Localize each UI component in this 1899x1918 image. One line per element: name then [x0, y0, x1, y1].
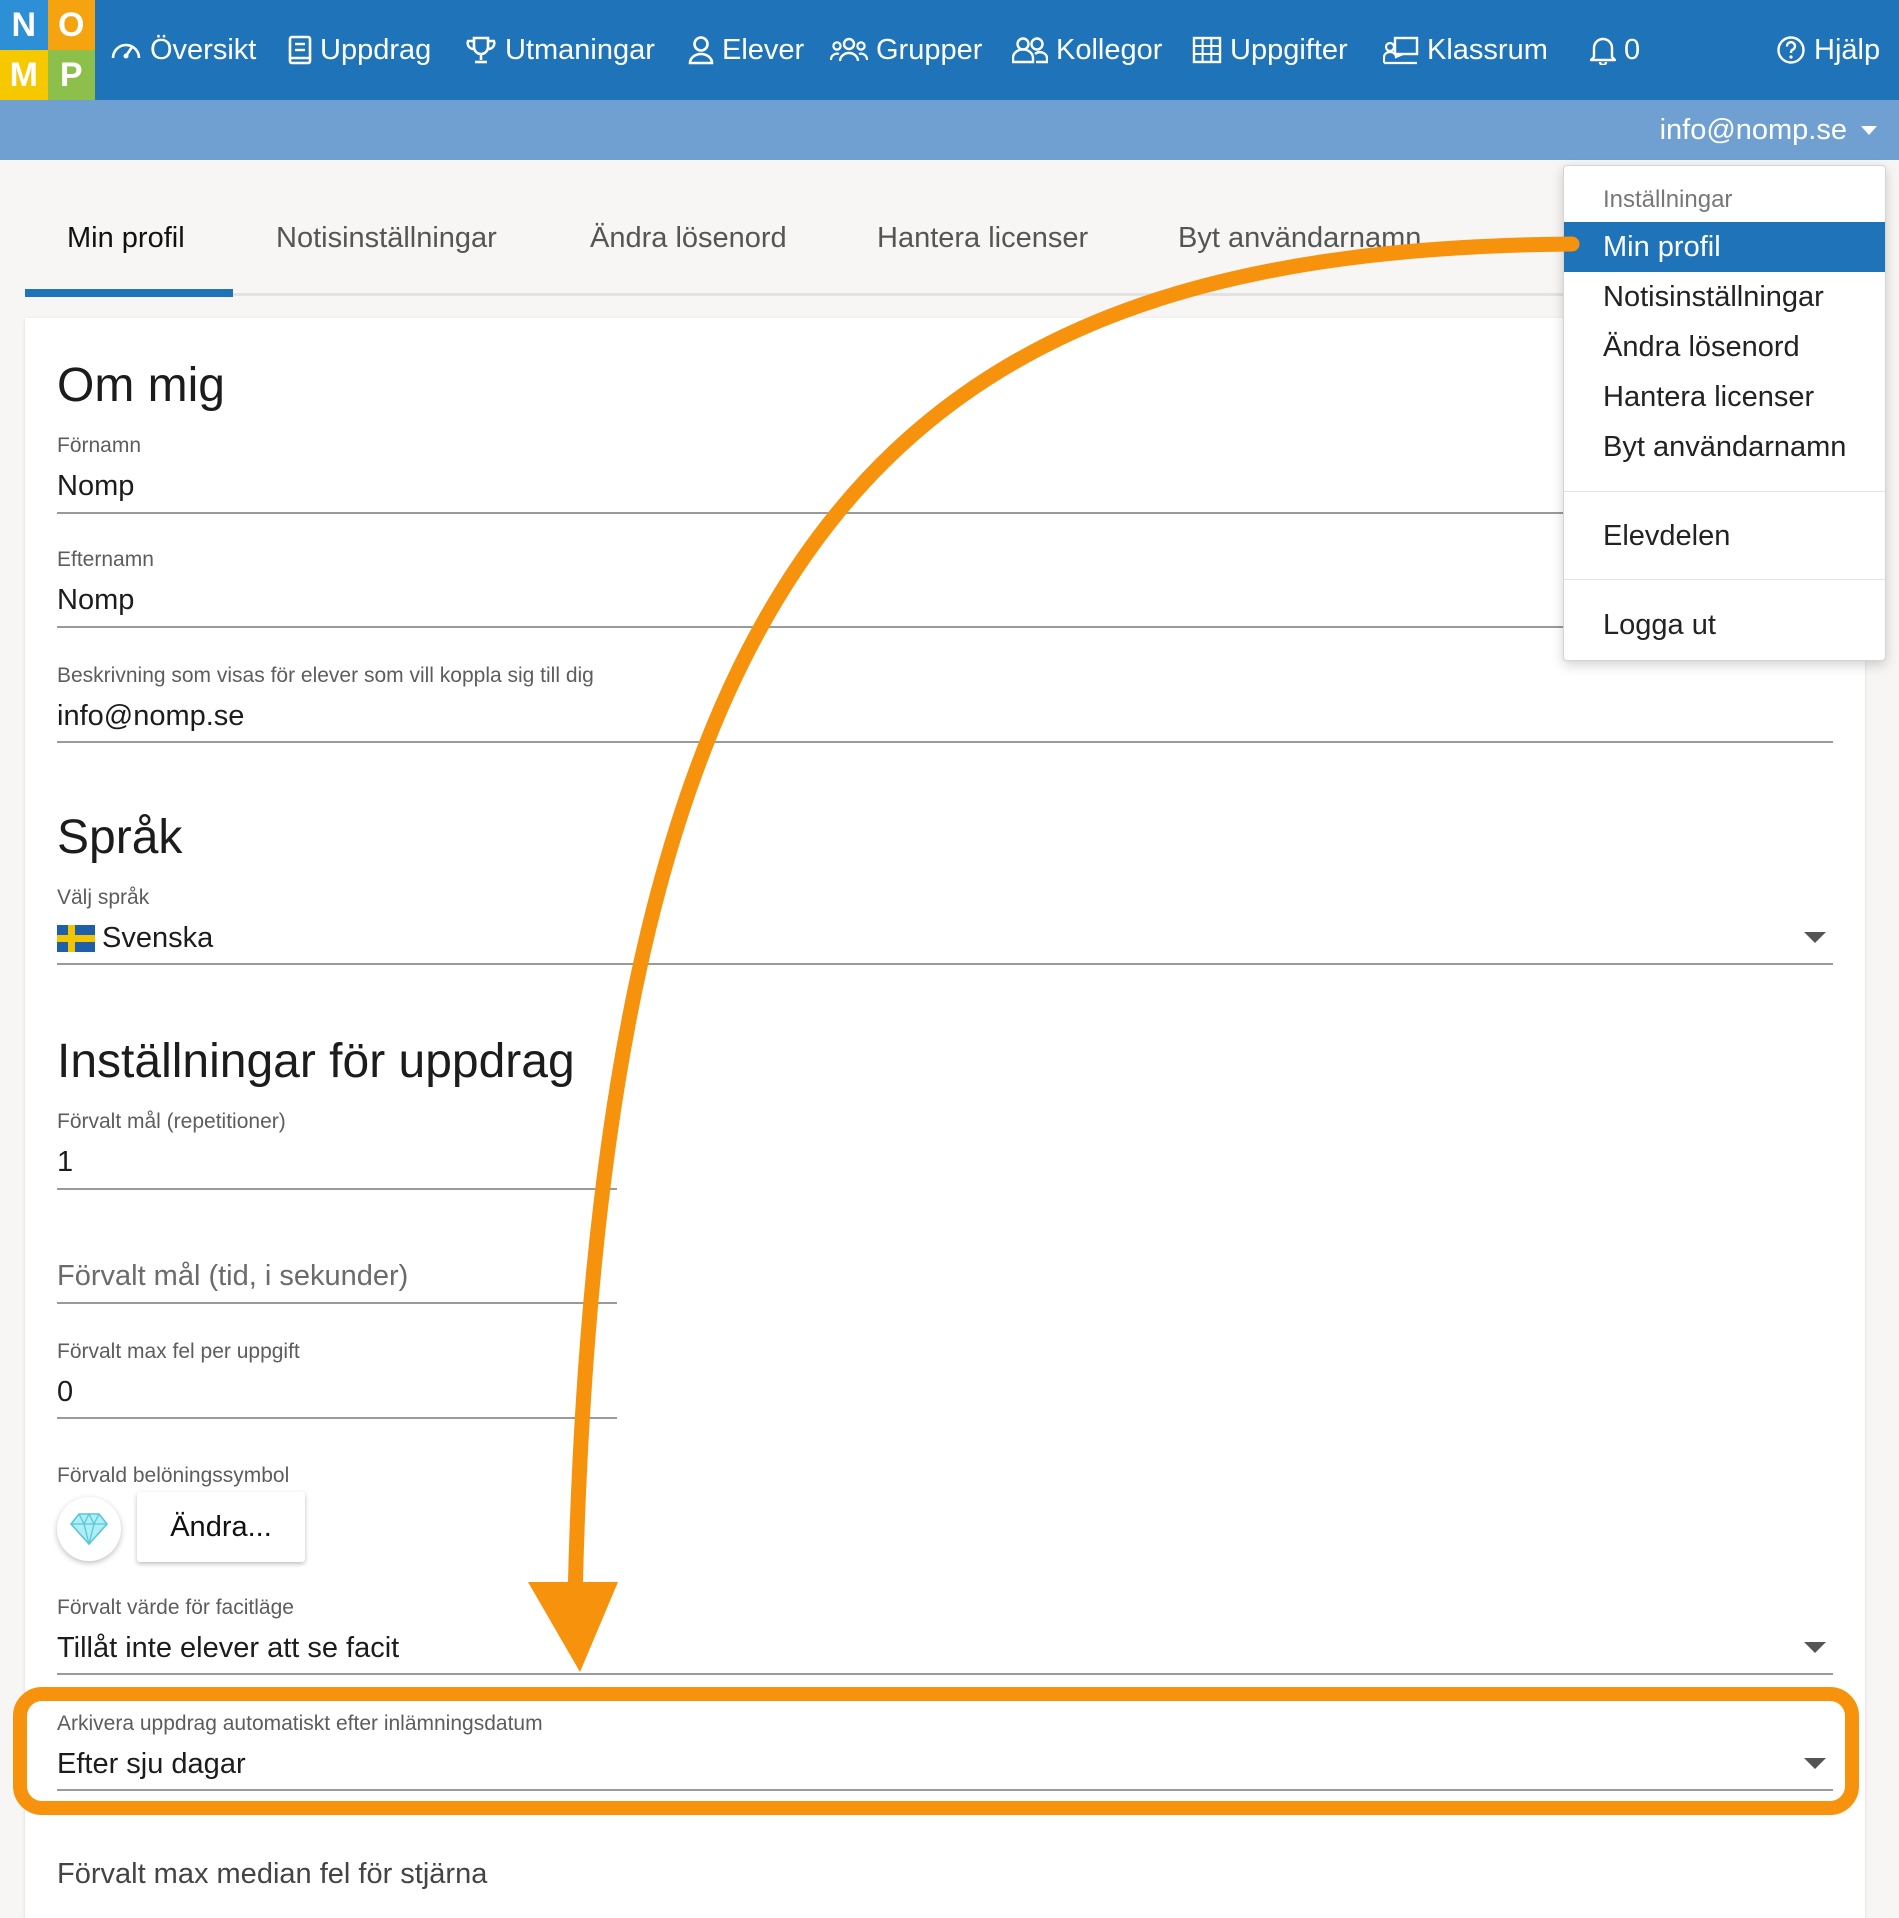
logo-letter: O [47, 0, 95, 50]
help-label: Hjälp [1814, 33, 1881, 66]
dashboard-icon [111, 43, 141, 59]
chevron-down-icon [1861, 125, 1877, 135]
reward-symbol-label: Förvald belöningssymbol [57, 1464, 290, 1487]
classroom-icon [1383, 36, 1419, 65]
tab-notisinstallningar[interactable]: Notisinställningar [276, 222, 497, 255]
language-select[interactable]: Svenska [102, 922, 213, 955]
chevron-down-icon[interactable] [1804, 1642, 1826, 1653]
nav-item-oversikt[interactable]: Översikt [110, 0, 256, 100]
first-name-label: Förnamn [57, 434, 142, 457]
change-reward-symbol-button[interactable]: Ändra... [137, 1492, 305, 1562]
nav-item-label: Klassrum [1427, 33, 1548, 66]
dropdown-divider [1564, 579, 1885, 580]
nav-item-klassrum[interactable]: Klassrum [1383, 0, 1548, 100]
default-max-errors-underline [57, 1417, 617, 1419]
default-goal-reps-label: Förvalt mål (repetitioner) [57, 1110, 286, 1133]
tab-min-profil[interactable]: Min profil [67, 222, 185, 255]
nav-item-label: Uppgifter [1230, 33, 1348, 66]
auto-archive-label: Arkivera uppdrag automatiskt efter inläm… [57, 1712, 543, 1735]
trophy-icon [466, 36, 496, 64]
help-link[interactable]: Hjälp [1776, 0, 1880, 100]
active-tab-indicator [25, 289, 233, 297]
logo-letter: P [47, 50, 95, 100]
notifications-count: 0 [1624, 33, 1641, 66]
dropdown-item-logga-ut[interactable]: Logga ut [1564, 600, 1885, 650]
section-heading-assignment-settings: Inställningar för uppdrag [57, 1035, 575, 1088]
nav-item-grupper[interactable]: Grupper [830, 0, 982, 100]
chevron-down-icon[interactable] [1804, 1758, 1826, 1769]
default-goal-time-underline [57, 1302, 617, 1304]
answer-mode-underline [57, 1673, 1833, 1675]
logo-letter: N [0, 0, 48, 50]
swedish-flag-icon [57, 925, 95, 952]
users-group-icon [830, 37, 868, 62]
book-icon [288, 35, 312, 65]
default-goal-time-field[interactable]: Förvalt mål (tid, i sekunder) [57, 1260, 408, 1293]
nav-item-kollegor[interactable]: Kollegor [1012, 0, 1162, 100]
section-heading-about: Om mig [57, 359, 225, 412]
nav-item-label: Grupper [876, 33, 983, 66]
logo-letter: M [0, 50, 48, 100]
nav-item-label: Kollegor [1056, 33, 1163, 66]
dropdown-item-elevdelen[interactable]: Elevdelen [1564, 511, 1885, 561]
user-dropdown-menu: Inställningar Min profil Notisinställnin… [1563, 165, 1886, 661]
last-name-label: Efternamn [57, 548, 154, 571]
answer-mode-label: Förvalt värde för facitläge [57, 1596, 294, 1619]
top-navigation: N O M P Översikt Uppdrag Utmaningar Elev… [0, 0, 1899, 100]
nav-item-uppdrag[interactable]: Uppdrag [288, 0, 431, 100]
user-bar [0, 100, 1899, 160]
dropdown-item-min-profil[interactable]: Min profil [1564, 222, 1885, 272]
user-email: info@nomp.se [1659, 113, 1847, 146]
auto-archive-select[interactable]: Efter sju dagar [57, 1748, 246, 1781]
first-name-field[interactable]: Nomp [57, 470, 134, 503]
description-underline [57, 741, 1833, 743]
dropdown-item-byt-anvandarnamn[interactable]: Byt användarnamn [1564, 422, 1885, 472]
language-label: Välj språk [57, 886, 150, 909]
language-underline [57, 963, 1833, 965]
chevron-down-icon[interactable] [1804, 932, 1826, 943]
auto-archive-underline [57, 1789, 1833, 1791]
tab-hantera-licenser[interactable]: Hantera licenser [877, 222, 1088, 255]
default-max-errors-label: Förvalt max fel per uppgift [57, 1340, 300, 1363]
nav-item-uppgifter[interactable]: Uppgifter [1192, 0, 1348, 100]
help-icon [1777, 36, 1805, 64]
description-label: Beskrivning som visas för elever som vil… [57, 664, 594, 687]
colleagues-icon [1012, 37, 1048, 64]
dropdown-header: Inställningar [1603, 186, 1733, 213]
bell-icon [1590, 37, 1616, 65]
default-max-errors-field[interactable]: 0 [57, 1376, 73, 1409]
nav-item-label: Uppdrag [320, 33, 432, 66]
grid-icon [1192, 36, 1222, 64]
answer-mode-select[interactable]: Tillåt inte elever att se facit [57, 1632, 399, 1665]
nomp-logo[interactable]: N O M P [0, 0, 95, 100]
nav-item-label: Utmaningar [505, 33, 655, 66]
reward-symbol-preview [57, 1497, 121, 1561]
tab-andra-losenord[interactable]: Ändra lösenord [590, 222, 787, 255]
dropdown-item-andra-losenord[interactable]: Ändra lösenord [1564, 322, 1885, 372]
nav-item-elever[interactable]: Elever [688, 0, 804, 100]
dropdown-item-notisinstallningar[interactable]: Notisinställningar [1564, 272, 1885, 322]
nav-item-utmaningar[interactable]: Utmaningar [465, 0, 655, 100]
notifications-button[interactable]: 0 [1590, 0, 1640, 100]
section-heading-language: Språk [57, 811, 183, 864]
default-goal-reps-underline [57, 1188, 617, 1190]
default-goal-reps-field[interactable]: 1 [57, 1146, 73, 1179]
nav-item-label: Elever [722, 33, 805, 66]
user-menu-toggle[interactable]: info@nomp.se [1660, 100, 1877, 160]
diamond-icon [69, 1512, 109, 1546]
dropdown-item-hantera-licenser[interactable]: Hantera licenser [1564, 372, 1885, 422]
dropdown-divider [1564, 491, 1885, 492]
nav-item-label: Översikt [150, 33, 257, 66]
tab-byt-anvandarnamn[interactable]: Byt användarnamn [1178, 222, 1421, 255]
user-icon [688, 36, 714, 65]
last-name-field[interactable]: Nomp [57, 584, 134, 617]
description-field[interactable]: info@nomp.se [57, 700, 244, 733]
